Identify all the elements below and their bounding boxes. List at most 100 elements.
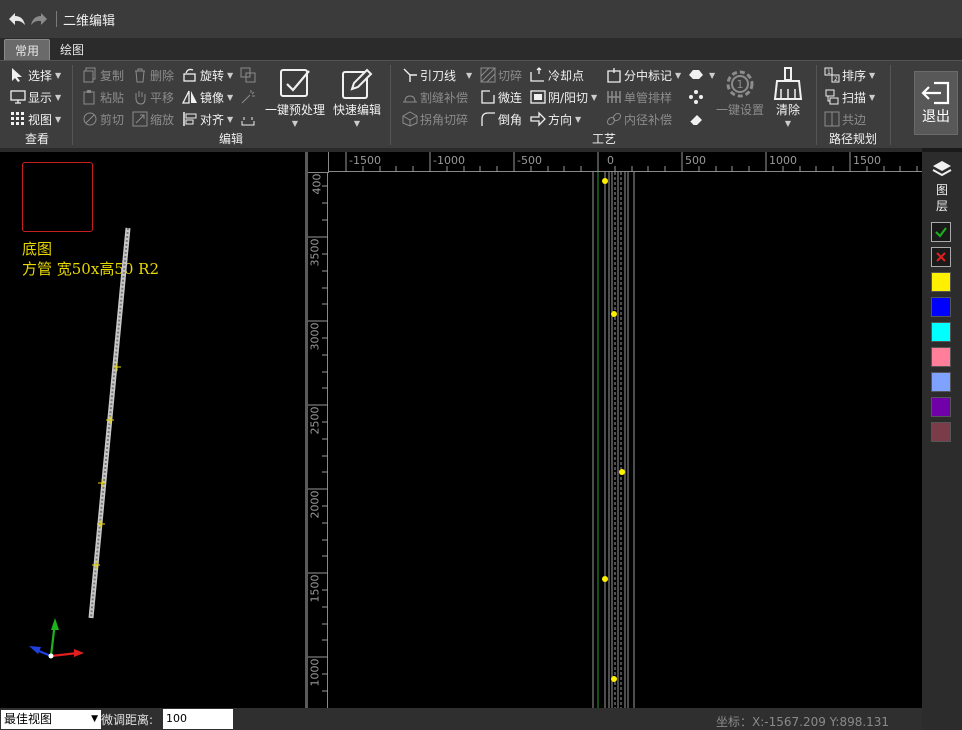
drawing-canvas[interactable]: -1500 -1000 -500 0 500 1000 1500 4000 35… <box>308 152 922 708</box>
cut-icon <box>83 112 97 126</box>
scale-label: 缩放 <box>150 112 175 127</box>
paste-button[interactable]: 粘贴 <box>82 87 124 107</box>
monitor-icon <box>10 90 26 104</box>
layers-icon[interactable] <box>932 160 952 178</box>
exit-button[interactable]: 退出 <box>914 71 958 135</box>
tab-common[interactable]: 常用 <box>4 39 51 60</box>
lead-line-icon <box>403 68 417 82</box>
align-button[interactable]: 对齐 ▼ <box>182 109 233 129</box>
svg-text:1: 1 <box>827 69 831 76</box>
layer-panel: 图层 <box>922 152 962 730</box>
corner-shred-label: 拐角切碎 <box>420 112 469 127</box>
select-button[interactable]: 选择 ▼ <box>10 65 61 85</box>
common-edge-button[interactable]: 共边 <box>824 109 866 129</box>
layer-cross-icon[interactable] <box>931 247 951 267</box>
layer-color-swatch[interactable] <box>931 422 951 442</box>
direction-button[interactable]: 方向 ▼ <box>530 109 581 129</box>
group-edit-label: 编辑 <box>218 132 243 146</box>
quick-edit-button[interactable]: 快速编辑 ▼ <box>328 67 386 128</box>
nodes-icon[interactable] <box>688 87 706 107</box>
v-tick-label: 1500 <box>308 574 322 603</box>
broom-icon <box>773 67 803 100</box>
svg-text:2: 2 <box>834 76 838 83</box>
center-mark-icon <box>607 68 621 83</box>
one-key-setting-label: 一键设置 <box>715 103 764 117</box>
lead-line-button[interactable]: 引刀线 ▼ <box>402 65 472 85</box>
inner-comp-label: 内径补偿 <box>624 112 673 127</box>
common-edge-icon <box>824 111 840 127</box>
one-key-setting-button[interactable]: 1 一键设置 <box>714 67 766 118</box>
center-mark-button[interactable]: 分中标记 ▼ <box>606 65 681 85</box>
frame-icon[interactable] <box>240 109 258 129</box>
checkbox-icon <box>280 69 310 97</box>
mirror-icon <box>182 90 197 104</box>
display-label: 显示 <box>28 90 53 105</box>
layer-color-swatch[interactable] <box>931 372 951 392</box>
axis-gizmo <box>29 618 84 659</box>
h-tick-label: -1500 <box>349 154 381 167</box>
paste-icon <box>83 90 95 105</box>
layer-color-swatch[interactable] <box>931 272 951 292</box>
shred-button[interactable]: 切碎 <box>480 65 522 85</box>
delete-button[interactable]: 删除 <box>132 65 174 85</box>
rotate-button[interactable]: 旋转 ▼ <box>182 65 233 85</box>
center-mark-label: 分中标记 <box>624 68 673 83</box>
layer-color-swatch[interactable] <box>931 297 951 317</box>
scan-button[interactable]: 扫描 ▼ <box>824 87 875 107</box>
view-button[interactable]: 视图 ▼ <box>10 109 61 129</box>
shape-icon <box>689 70 703 79</box>
edit-icon <box>342 68 373 99</box>
delete-label: 删除 <box>150 68 175 83</box>
sort-button[interactable]: 12 排序 ▼ <box>824 65 875 85</box>
clear-button[interactable]: 清除 ▼ <box>768 67 808 128</box>
single-tube-label: 单管排样 <box>624 90 673 105</box>
group-path: 12 排序 ▼ 扫描 ▼ 共边 路径规划 <box>818 63 888 147</box>
h-tick-label: 0 <box>607 154 614 167</box>
horizontal-ruler: -1500 -1000 -500 0 500 1000 1500 <box>308 152 922 172</box>
kerf-button[interactable]: 割缝补偿 <box>402 87 468 107</box>
nudge-input[interactable]: 100 <box>163 709 233 729</box>
micro-joint-button[interactable]: 微连 <box>480 87 522 107</box>
paste-label: 粘贴 <box>100 90 125 105</box>
single-tube-button[interactable]: 单管排样 <box>606 87 672 107</box>
cool-point-button[interactable]: 冷却点 <box>530 65 584 85</box>
chamfer-button[interactable]: 倒角 <box>480 109 522 129</box>
layer-check-icon[interactable] <box>931 222 951 242</box>
cursor-icon <box>12 68 22 82</box>
layer-title: 图层 <box>922 182 962 214</box>
v-tick-label: 2500 <box>308 406 322 435</box>
separator <box>390 65 391 145</box>
layer-color-swatch[interactable] <box>931 347 951 367</box>
arrow-right-icon <box>530 111 546 127</box>
preprocess-button[interactable]: 一键预处理 ▼ <box>262 67 328 128</box>
redo-icon[interactable] <box>28 8 50 30</box>
magic-wand-icon[interactable] <box>240 87 258 107</box>
tube-drawing <box>592 172 635 708</box>
corner-shred-button[interactable]: 拐角切碎 <box>402 109 468 129</box>
chamfer-label: 倒角 <box>498 112 523 127</box>
mirror-button[interactable]: 镜像 ▼ <box>182 87 233 107</box>
cut-button[interactable]: 剪切 <box>82 109 124 129</box>
display-button[interactable]: 显示 ▼ <box>10 87 61 107</box>
scale-button[interactable]: 缩放 <box>132 109 174 129</box>
copy-label: 复制 <box>100 68 125 83</box>
micro-joint-label: 微连 <box>498 90 523 105</box>
undo-icon[interactable] <box>6 8 28 30</box>
join-icon[interactable] <box>240 65 258 85</box>
shape-dropdown-button[interactable]: ▼ <box>688 65 715 85</box>
h-tick-label: 1500 <box>853 154 881 167</box>
layer-color-swatch[interactable] <box>931 397 951 417</box>
inner-comp-button[interactable]: 内径补偿 <box>606 109 672 129</box>
layer-color-swatch[interactable] <box>931 322 951 342</box>
yin-yang-button[interactable]: 阴/阳切 ▼ <box>530 87 597 107</box>
eraser-icon[interactable] <box>688 109 706 129</box>
hatch-icon <box>480 67 496 83</box>
clear-label: 清除 <box>775 103 800 117</box>
view-label: 视图 <box>28 112 53 127</box>
tab-draw[interactable]: 绘图 <box>50 39 94 60</box>
group-path-label: 路径规划 <box>828 132 877 146</box>
h-tick-label: -500 <box>517 154 542 167</box>
view-select[interactable]: 最佳视图 ▼ <box>1 710 101 729</box>
move-button[interactable]: 平移 <box>132 87 174 107</box>
copy-button[interactable]: 复制 <box>82 65 124 85</box>
